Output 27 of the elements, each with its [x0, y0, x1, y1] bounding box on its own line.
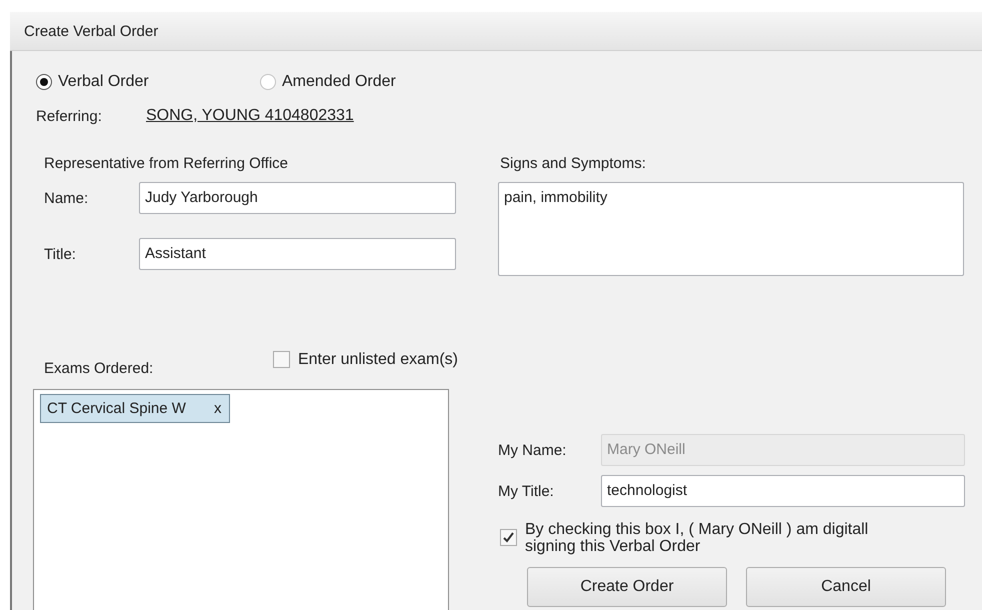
referring-label: Referring:: [36, 108, 103, 124]
section-heading: Representative from Referring Office: [44, 155, 289, 172]
name-label: Name:: [44, 190, 90, 206]
radio-label: Amended Order: [282, 73, 396, 91]
title-label: Title:: [44, 246, 77, 262]
my-title-field[interactable]: technologist: [601, 475, 965, 507]
signature-statement: By checking this box I, ( Mary ONeill ) am digitall signing this Verbal Order: [525, 521, 868, 555]
exams-label: Exams Ordered:: [44, 360, 154, 377]
title-field[interactable]: Assistant: [139, 238, 456, 270]
remove-button[interactable]: x: [214, 400, 222, 417]
name-field[interactable]: Judy Yarborough: [139, 182, 456, 214]
exam-list[interactable]: CT Cervical Spine W x: [33, 389, 449, 610]
exam-name: CT Cervical Spine W: [47, 400, 186, 417]
checkbox-label: Enter unlisted exam(s): [298, 350, 458, 368]
radio-button[interactable]: [36, 74, 52, 90]
window-title: Create Verbal Order: [10, 12, 982, 51]
signature-checkbox[interactable]: [500, 529, 517, 546]
signs-label: Signs and Symptoms:: [500, 155, 647, 172]
my-name-label: My Name:: [498, 442, 568, 458]
signs-textarea[interactable]: pain, immobility: [498, 182, 964, 276]
cancel-button[interactable]: Cancel: [746, 567, 946, 607]
my-title-label: My Title:: [498, 482, 555, 500]
checkbox[interactable]: [272, 351, 290, 368]
radio-label: Verbal Order: [58, 73, 149, 91]
radio-button[interactable]: [260, 74, 276, 90]
referring-link[interactable]: SONG, YOUNG 4104802331: [146, 107, 354, 125]
create-order-button[interactable]: Create Order: [527, 567, 727, 607]
